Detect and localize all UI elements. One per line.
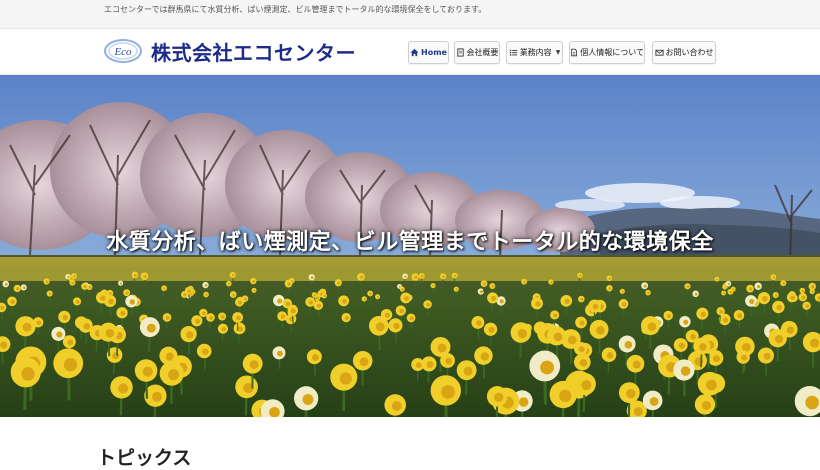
file-icon [571,48,577,57]
hero-caption: 水質分析、ばい煙測定、ビル管理までトータル的な環境保全 [106,229,714,255]
nav-company[interactable]: 会社概要 [454,41,500,64]
logo-text: Eco [113,46,132,58]
nav-privacy-label: 個人情報について [580,48,644,57]
nav-company-label: 会社概要 [466,48,499,57]
nav-services-label: 業務内容 [519,48,552,57]
top-info-bar: エコセンターでは群馬県にて水質分析、ばい煙測定、ビル管理までトータル的な環境保全… [0,0,820,29]
nav-contact-label: お問い合わせ [665,48,714,57]
site-description: エコセンターでは群馬県にて水質分析、ばい煙測定、ビル管理までトータル的な環境保全… [104,5,487,14]
home-icon [410,48,419,57]
envelope-icon [654,49,664,56]
site-header: Eco 株式会社エコセンター Home 会社概要 業務内容 ▼ 個人情報について… [0,29,820,75]
site-title[interactable]: 株式会社エコセンター [151,37,356,66]
chevron-down-icon: ▼ [555,49,561,56]
topics-heading: トピックス [97,447,192,469]
eco-logo[interactable]: Eco [103,38,143,64]
nav-privacy[interactable]: 個人情報について [569,41,645,64]
nav-services[interactable]: 業務内容 ▼ [506,41,563,64]
hero-banner: 水質分析、ばい煙測定、ビル管理までトータル的な環境保全 [0,75,820,417]
nav-contact[interactable]: お問い合わせ [652,41,716,64]
list-icon [509,49,517,56]
document-icon [456,48,464,57]
nav-home[interactable]: Home [408,41,449,64]
nav-home-label: Home [421,48,447,57]
